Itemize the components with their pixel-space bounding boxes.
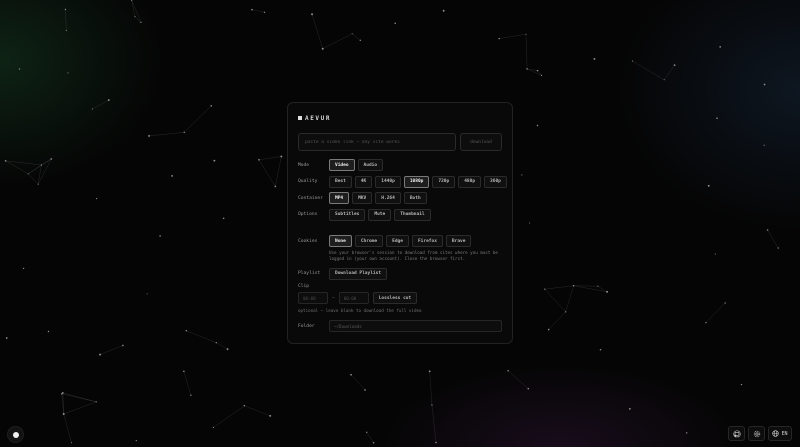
mode-options: Video Audio bbox=[329, 159, 384, 171]
cookies-option-firefox[interactable]: Firefox bbox=[411, 235, 443, 247]
mode-label: Mode bbox=[298, 162, 310, 168]
downloader-panel: AEVUR download Mode VideoAudio Quality B… bbox=[287, 102, 513, 344]
url-row: download bbox=[298, 133, 502, 151]
language-button[interactable]: EN bbox=[768, 426, 792, 441]
quality-label: Quality bbox=[298, 179, 318, 184]
container-label: Container bbox=[298, 195, 323, 201]
cookies-label: Cookies bbox=[298, 238, 318, 244]
clip-separator: — bbox=[332, 295, 335, 301]
download-button[interactable]: download bbox=[460, 133, 502, 151]
clip-end-input[interactable] bbox=[338, 292, 369, 304]
url-input[interactable] bbox=[298, 133, 456, 151]
quality-option-480p[interactable]: 480p bbox=[458, 175, 482, 188]
download-playlist-button[interactable]: Download Playlist bbox=[329, 267, 388, 280]
clip-row: — Lossless cut bbox=[298, 292, 502, 304]
options-toggles: Subtitles Mute Thumbnail bbox=[329, 208, 431, 221]
folder-input[interactable] bbox=[329, 320, 502, 332]
settings-icon bbox=[753, 430, 760, 437]
container-option-mp4[interactable]: MP4 bbox=[329, 192, 350, 204]
settings-button[interactable] bbox=[748, 426, 765, 441]
cookies-option-none[interactable]: None bbox=[329, 235, 352, 247]
brand-logo: AEVUR bbox=[298, 113, 502, 123]
options-option-mute[interactable]: Mute bbox=[368, 208, 392, 221]
cookies-option-chrome[interactable]: Chrome bbox=[354, 235, 384, 247]
quality-row: Quality Best 4K 1440p 1080p 720p 480p 360p bbox=[298, 175, 507, 188]
quality-options: Best 4K 1440p 1080p 720p 480p 360p bbox=[329, 175, 507, 188]
container-option-mkv[interactable]: MKV bbox=[352, 192, 373, 204]
github-icon bbox=[732, 429, 741, 437]
quality-option-1440p[interactable]: 1440p bbox=[375, 175, 401, 188]
theme-toggle-icon bbox=[12, 431, 19, 438]
cookies-row: Cookies None Chrome Edge Firefox Brave bbox=[298, 235, 502, 247]
container-row: Container MP4 MKV H.264 Both bbox=[298, 192, 502, 204]
container-options: MP4 MKV H.264 Both bbox=[329, 192, 427, 204]
cookies-option-brave[interactable]: Brave bbox=[445, 235, 472, 247]
container-option-h-264[interactable]: H.264 bbox=[375, 192, 401, 204]
theme-toggle-button[interactable] bbox=[7, 426, 24, 443]
mode-option-audio[interactable]: Audio bbox=[357, 159, 384, 171]
clip-start-input[interactable] bbox=[298, 292, 328, 304]
container-option-both[interactable]: Both bbox=[403, 192, 427, 204]
globe-icon bbox=[772, 430, 780, 437]
quality-option-best[interactable]: Best bbox=[329, 175, 352, 188]
mode-option-video[interactable]: Video bbox=[329, 159, 355, 171]
quality-option-4k[interactable]: 4K bbox=[354, 175, 373, 188]
mode-row: Mode Video Audio bbox=[298, 159, 502, 171]
cookies-hint: Use your browser's session to download f… bbox=[329, 249, 498, 262]
logo-mark-icon bbox=[298, 116, 302, 120]
options-row: Options Subtitles Mute Thumbnail bbox=[298, 208, 502, 221]
options-option-subtitles[interactable]: Subtitles bbox=[329, 208, 366, 221]
clip-label: Clip bbox=[298, 284, 310, 289]
cookies-option-edge[interactable]: Edge bbox=[386, 235, 409, 247]
options-option-thumbnail[interactable]: Thumbnail bbox=[394, 208, 431, 221]
folder-label: Folder bbox=[298, 323, 315, 329]
quality-option-1080p[interactable]: 1080p bbox=[403, 175, 430, 188]
quality-option-360p[interactable]: 360p bbox=[484, 175, 507, 188]
options-label: Options bbox=[298, 212, 318, 217]
quality-option-720p[interactable]: 720p bbox=[432, 175, 456, 188]
github-button[interactable] bbox=[728, 426, 745, 441]
language-label: EN bbox=[781, 430, 788, 437]
folder-row: Folder bbox=[298, 320, 502, 332]
clip-hint: optional — leave blank to download the f… bbox=[298, 308, 422, 313]
lossless-cut-button[interactable]: Lossless cut bbox=[372, 292, 418, 304]
playlist-label: Playlist bbox=[298, 271, 321, 276]
cookies-options: None Chrome Edge Firefox Brave bbox=[329, 235, 472, 247]
brand-name: AEVUR bbox=[305, 114, 332, 122]
playlist-row: Playlist Download Playlist bbox=[298, 267, 502, 280]
